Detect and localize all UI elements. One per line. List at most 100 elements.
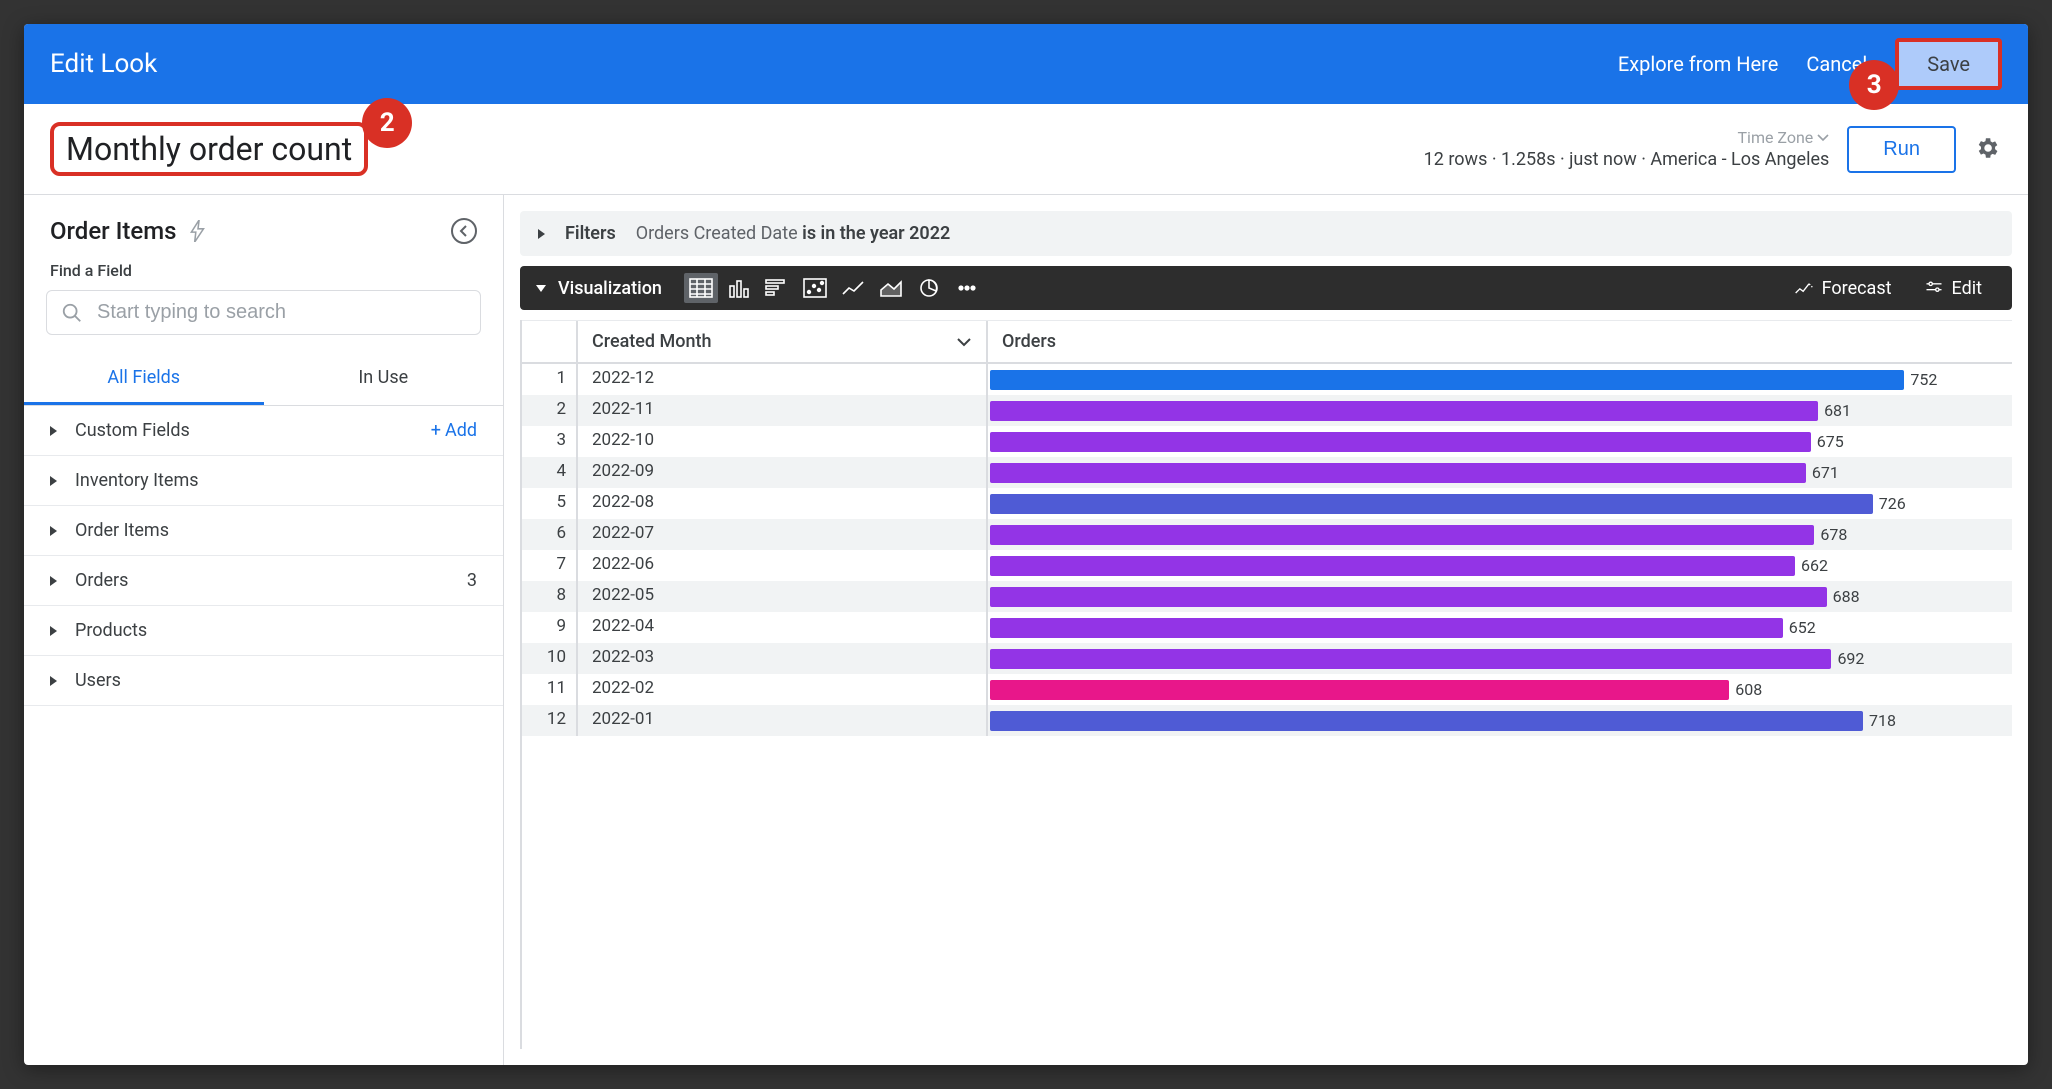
forecast-button[interactable]: Forecast [1780,278,1906,299]
orders-bar [990,618,1783,638]
field-tabs: All Fields In Use [24,353,503,406]
field-group-name: Products [75,620,477,641]
cell-orders: 652 [986,612,2012,643]
chevron-left-icon [459,225,469,237]
forecast-label: Forecast [1822,278,1892,299]
sliders-icon [1924,279,1944,297]
look-title-input[interactable]: Monthly order count [50,122,368,176]
col-orders-header[interactable]: Orders [986,321,2012,362]
save-button[interactable]: Save [1895,38,2002,90]
table-row: 12022-12752 [522,364,2012,395]
table-row: 62022-07678 [522,519,2012,550]
callout-2: 2 [362,98,412,148]
field-picker-sidebar: Order Items Find a Field All Fields In U… [24,195,504,1065]
main-split: Order Items Find a Field All Fields In U… [24,195,2028,1065]
col-orders-label: Orders [1002,331,1056,352]
explore-name: Order Items [50,217,177,245]
field-group[interactable]: Products [24,606,503,656]
orders-value: 662 [1801,556,1828,575]
field-group[interactable]: Orders3 [24,556,503,606]
orders-bar [990,370,1904,390]
orders-bar [990,463,1806,483]
field-search[interactable] [46,290,481,335]
tab-in-use[interactable]: In Use [264,353,504,405]
cell-orders: 692 [986,643,2012,674]
row-index: 12 [522,705,576,736]
orders-value: 608 [1735,680,1762,699]
row-index: 3 [522,426,576,457]
table-row: 122022-01718 [522,705,2012,736]
look-title-wrap: Monthly order count 2 [50,122,368,176]
col-month-header[interactable]: Created Month [576,321,986,362]
visualization-bar: Visualization Forecast Edit [520,266,2012,310]
add-custom-field-button[interactable]: +Add [431,420,477,441]
viz-type-scatter[interactable] [798,273,832,303]
viz-type-line[interactable] [836,273,870,303]
settings-button[interactable] [1974,135,2002,163]
viz-edit-label: Edit [1952,278,1982,299]
cell-month: 2022-11 [576,395,986,426]
collapse-sidebar-button[interactable] [451,218,477,244]
field-group[interactable]: Users [24,656,503,706]
filters-bar[interactable]: Filters Orders Created Date is in the ye… [520,211,2012,256]
filter-summary: Orders Created Date is in the year 2022 [636,223,951,244]
viz-type-area[interactable] [874,273,908,303]
field-group-name: Users [75,670,477,691]
page-title: Edit Look [50,49,1618,79]
table-row: 102022-03692 [522,643,2012,674]
app-window: Edit Look Explore from Here Cancel Save … [24,24,2028,1065]
chevron-down-icon [1817,134,1829,142]
explore-from-here-link[interactable]: Explore from Here [1618,52,1778,76]
title-row: Monthly order count 2 Time Zone 12 rows … [24,104,2028,195]
viz-type-table[interactable] [684,273,718,303]
row-index: 1 [522,364,576,395]
orders-bar [990,432,1811,452]
cell-orders: 681 [986,395,2012,426]
save-button-wrap: Save 3 [1895,38,2002,90]
row-index: 5 [522,488,576,519]
table-header: Created Month Orders [522,320,2012,364]
topbar: Edit Look Explore from Here Cancel Save … [24,24,2028,104]
viz-edit-button[interactable]: Edit [1910,278,1996,299]
cell-orders: 688 [986,581,2012,612]
table-row: 22022-11681 [522,395,2012,426]
cell-month: 2022-04 [576,612,986,643]
viz-type-more[interactable] [950,273,984,303]
orders-value: 678 [1820,525,1847,544]
field-group-name: Order Items [75,520,477,541]
find-field-label: Find a Field [24,255,503,286]
cell-month: 2022-08 [576,488,986,519]
field-group[interactable]: Inventory Items [24,456,503,506]
search-icon [61,302,83,324]
cell-month: 2022-06 [576,550,986,581]
cell-month: 2022-05 [576,581,986,612]
tab-all-fields[interactable]: All Fields [24,353,264,405]
row-index: 7 [522,550,576,581]
orders-value: 681 [1824,401,1851,420]
sidebar-header: Order Items [24,195,503,255]
title-row-right: Time Zone 12 rows · 1.258s · just now · … [1424,126,2002,173]
cell-month: 2022-01 [576,705,986,736]
add-label: Add [445,420,477,441]
viz-type-pie[interactable] [912,273,946,303]
timezone-label: Time Zone [1738,128,1814,147]
content-panel: Filters Orders Created Date is in the ye… [504,195,2028,1065]
cell-month: 2022-12 [576,364,986,395]
field-group-name: Custom Fields [75,420,431,441]
cell-orders: 608 [986,674,2012,705]
field-group-name: Inventory Items [75,470,477,491]
table-body: 12022-1275222022-1168132022-1067542022-0… [522,364,2012,736]
table-row: 112022-02608 [522,674,2012,705]
timezone-dropdown[interactable]: Time Zone [1738,128,1830,147]
orders-bar [990,711,1863,731]
run-button[interactable]: Run [1847,126,1956,173]
field-group[interactable]: Custom Fields+Add [24,406,503,456]
bolt-icon [189,220,207,242]
viz-type-bar[interactable] [760,273,794,303]
caret-right-icon [50,576,57,586]
field-search-input[interactable] [97,301,466,324]
field-group[interactable]: Order Items [24,506,503,556]
caret-right-icon [50,676,57,686]
table-row: 32022-10675 [522,426,2012,457]
viz-type-column[interactable] [722,273,756,303]
